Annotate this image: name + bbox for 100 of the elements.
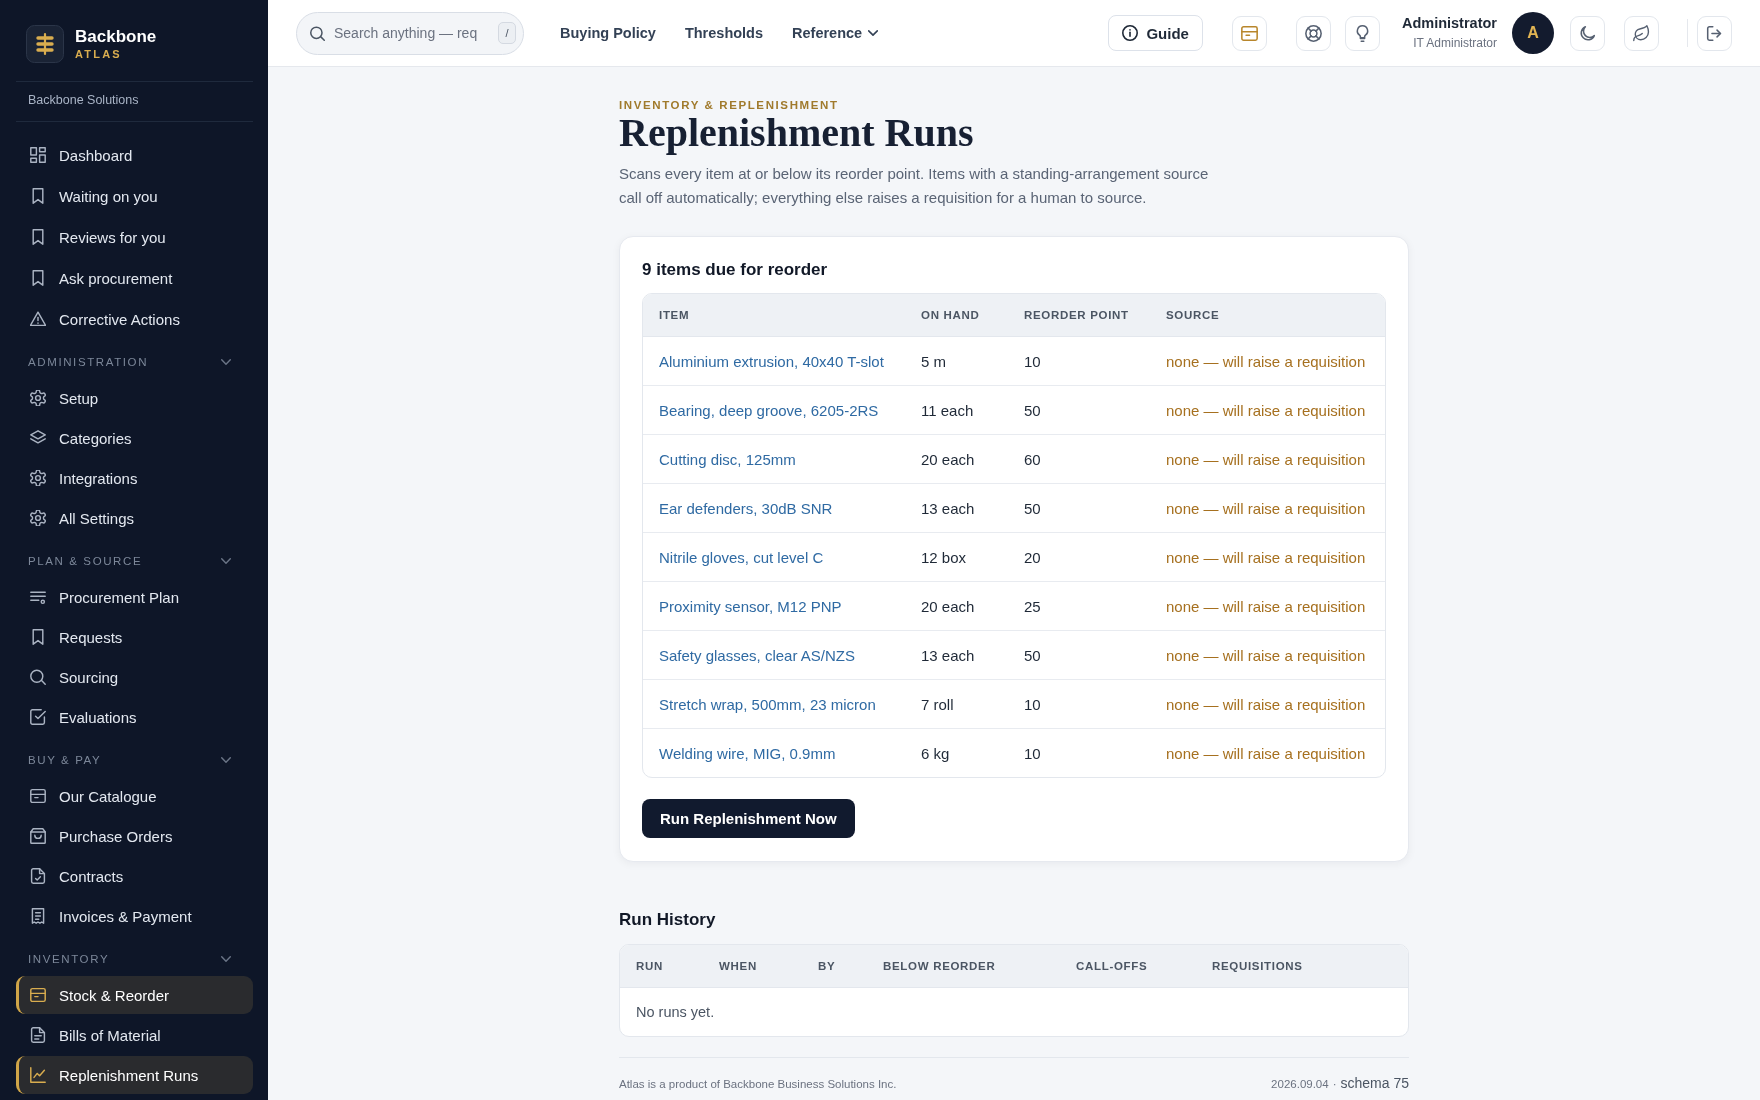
- column-header: ITEM: [658, 309, 691, 321]
- table-cell: 50: [1024, 401, 1041, 419]
- card-title: 9 items due for reorder: [642, 259, 829, 281]
- empty-state-text: No runs yet.: [636, 1004, 715, 1020]
- caret-icon: [868, 30, 879, 36]
- page-title: Replenishment Runs: [619, 112, 975, 154]
- nav-item[interactable]: Stock & Reorder: [16, 976, 253, 1014]
- table-cell: 13 each: [921, 646, 975, 664]
- source-status: none — will raise a requisition: [1166, 401, 1366, 419]
- table-cell: 20 each: [921, 450, 975, 468]
- table-cell: 10: [1024, 352, 1041, 370]
- brand-name: Backbone: [75, 27, 157, 47]
- nav-item[interactable]: Bills of Material: [16, 1016, 253, 1054]
- table-cell: 5 m: [921, 352, 946, 370]
- checkbox-icon: [30, 709, 46, 725]
- section-header[interactable]: INVENTORY: [16, 951, 253, 967]
- card-icon: [1240, 24, 1258, 42]
- source-status: none — will raise a requisition: [1166, 695, 1366, 713]
- chevron-icon: [221, 359, 231, 365]
- nav-item[interactable]: Corrective Actions: [16, 300, 253, 338]
- nav-item[interactable]: Requests: [16, 618, 253, 656]
- table-cell: 10: [1024, 695, 1041, 713]
- nav-item[interactable]: Dashboard: [16, 136, 253, 174]
- logout-icon: [1706, 24, 1723, 42]
- column-header: WHEN: [718, 960, 758, 972]
- table-cell: 60: [1024, 450, 1041, 468]
- file-check-icon: [30, 868, 46, 884]
- column-header: REORDER POINT: [1023, 309, 1130, 321]
- leaf-button[interactable]: [1624, 15, 1659, 51]
- leaf-icon: [1633, 24, 1650, 42]
- source-status: none — will raise a requisition: [1166, 548, 1366, 566]
- nav-item[interactable]: Evaluations: [16, 698, 253, 736]
- chart-icon: [30, 1067, 46, 1083]
- logout-button[interactable]: [1697, 15, 1732, 51]
- help-button[interactable]: [1295, 15, 1331, 51]
- nav-item[interactable]: Invoices & Payment: [16, 897, 253, 935]
- layers-icon: [30, 430, 46, 446]
- column-header: RUN: [635, 960, 664, 972]
- section-header[interactable]: ADMINISTRATION: [16, 354, 253, 370]
- catalogue-button[interactable]: [1231, 15, 1267, 51]
- nav-item[interactable]: Ask procurement: [16, 259, 253, 297]
- nav-item[interactable]: Reviews for you: [16, 218, 253, 256]
- nav-item[interactable]: All Settings: [16, 499, 253, 537]
- menu-link[interactable]: Reference: [792, 25, 879, 41]
- moon-icon: [1579, 24, 1596, 42]
- column-header: BY: [817, 960, 837, 972]
- item-link[interactable]: Ear defenders, 30dB SNR: [659, 499, 833, 517]
- nav-item[interactable]: Waiting on you: [16, 177, 253, 215]
- item-link[interactable]: Bearing, deep groove, 6205-2RS: [659, 401, 879, 419]
- section-header[interactable]: PLAN & SOURCE: [16, 553, 253, 569]
- section-header[interactable]: BUY & PAY: [16, 752, 253, 768]
- source-status: none — will raise a requisition: [1166, 744, 1366, 762]
- table-cell: 50: [1024, 499, 1041, 517]
- nav-item[interactable]: Our Catalogue: [16, 777, 253, 815]
- page-eyebrow: INVENTORY & REPLENISHMENT: [619, 98, 840, 112]
- item-link[interactable]: Nitrile gloves, cut level C: [659, 548, 824, 566]
- item-link[interactable]: Proximity sensor, M12 PNP: [659, 597, 842, 615]
- settings-icon: [30, 510, 46, 526]
- build-date: 2026.09.04: [1271, 1077, 1329, 1092]
- theme-button[interactable]: [1570, 15, 1605, 51]
- nav-link[interactable]: Thresholds: [684, 25, 764, 41]
- nav-item[interactable]: Replenishment Runs: [16, 1056, 253, 1094]
- source-status: none — will raise a requisition: [1166, 450, 1366, 468]
- column-header: BELOW REORDER: [882, 960, 997, 972]
- list-icon: [30, 589, 46, 605]
- lifebuoy-icon: [1304, 24, 1322, 42]
- table-cell: 50: [1024, 646, 1041, 664]
- product-name: ATLAS: [75, 47, 123, 61]
- chevron-icon: [221, 558, 231, 564]
- card-icon: [30, 987, 46, 1003]
- nav-link[interactable]: Buying Policy: [560, 25, 656, 41]
- guide-button[interactable]: Guide: [1108, 15, 1203, 51]
- item-link[interactable]: Stretch wrap, 500mm, 23 micron: [659, 695, 876, 713]
- user-avatar[interactable]: A: [1512, 12, 1554, 54]
- bookmark-icon: [30, 188, 46, 204]
- nav-item[interactable]: Contracts: [16, 857, 253, 895]
- item-link[interactable]: Safety glasses, clear AS/NZS: [659, 646, 855, 664]
- nav-item[interactable]: Categories: [16, 419, 253, 457]
- nav-item[interactable]: Sourcing: [16, 658, 253, 696]
- item-link[interactable]: Welding wire, MIG, 0.9mm: [659, 744, 836, 762]
- page-description: Scans every item at or below its reorder point. Items with a standing-arrangement source call off automatically; everything else raises a requisition for a human to source.: [619, 164, 1210, 208]
- item-link[interactable]: Cutting disc, 125mm: [659, 450, 796, 468]
- tips-button[interactable]: [1344, 15, 1380, 51]
- nav-item[interactable]: Setup: [16, 379, 253, 417]
- table-cell: 10: [1024, 744, 1041, 762]
- nav-item[interactable]: Procurement Plan: [16, 578, 253, 616]
- item-link[interactable]: Aluminium extrusion, 40x40 T-slot: [659, 352, 884, 370]
- table-cell: 7 roll: [921, 695, 954, 713]
- receipt-icon: [30, 908, 46, 924]
- run-replenishment-button[interactable]: Run Replenishment Now: [642, 799, 855, 838]
- source-status: none — will raise a requisition: [1166, 352, 1366, 370]
- settings-icon: [30, 470, 46, 486]
- table-cell: 20 each: [921, 597, 975, 615]
- table-cell: 13 each: [921, 499, 975, 517]
- table-cell: 11 each: [921, 401, 974, 419]
- nav-item[interactable]: Purchase Orders: [16, 817, 253, 855]
- nav-item[interactable]: Integrations: [16, 459, 253, 497]
- table-cell: 6 kg: [921, 744, 950, 762]
- grid-icon: [30, 147, 46, 163]
- user-role: IT Administrator: [1413, 35, 1497, 52]
